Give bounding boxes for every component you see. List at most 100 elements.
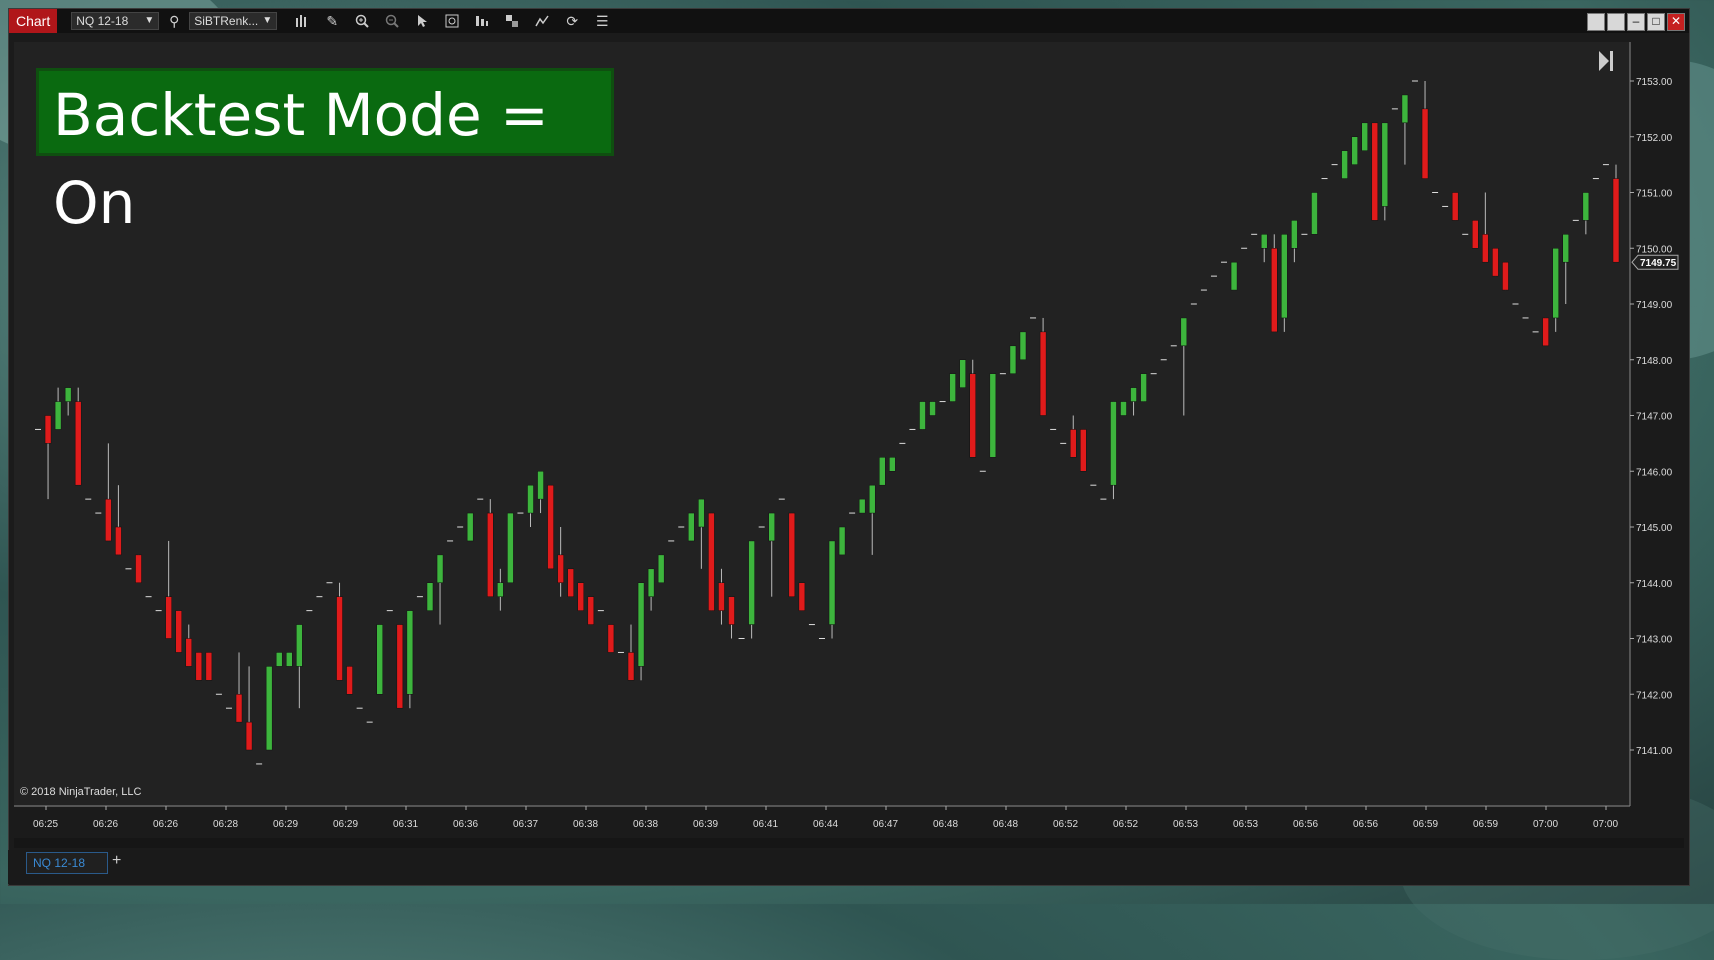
candle bbox=[929, 401, 936, 416]
candle-body-down bbox=[728, 596, 735, 625]
candle bbox=[889, 457, 896, 472]
candle bbox=[336, 582, 343, 681]
candle-body-up bbox=[1291, 220, 1298, 249]
price-tick-label: 7151.00 bbox=[1636, 189, 1673, 200]
time-tick-label: 06:41 bbox=[753, 819, 778, 830]
candle-body-up bbox=[265, 666, 273, 751]
candle-body-up bbox=[949, 373, 956, 402]
candle-body-down bbox=[1451, 192, 1459, 221]
time-tick-label: 06:29 bbox=[333, 819, 358, 830]
candle bbox=[919, 401, 926, 430]
candle-body-down bbox=[577, 582, 585, 611]
candle bbox=[1612, 164, 1620, 263]
candle bbox=[828, 540, 836, 639]
candle-body-down bbox=[205, 652, 213, 681]
candle bbox=[1230, 261, 1238, 291]
time-tick-label: 06:53 bbox=[1173, 819, 1198, 830]
candle-body-down bbox=[567, 568, 574, 597]
candle-body-up bbox=[497, 582, 504, 597]
candle-body-down bbox=[587, 596, 595, 625]
candle-body-up bbox=[1361, 122, 1368, 151]
candle-body-up bbox=[507, 512, 514, 583]
candle-body-up bbox=[748, 540, 755, 625]
candle-body-down bbox=[245, 721, 253, 751]
candle bbox=[708, 512, 715, 611]
price-tick-label: 7153.00 bbox=[1636, 77, 1673, 88]
candle-body-down bbox=[708, 512, 715, 611]
candle bbox=[879, 457, 886, 486]
candle bbox=[1381, 122, 1389, 221]
time-tick-label: 06:38 bbox=[633, 819, 658, 830]
candle bbox=[1341, 150, 1348, 179]
candle bbox=[1019, 331, 1027, 360]
candle-body-down bbox=[1421, 108, 1429, 179]
time-tick-label: 06:52 bbox=[1053, 819, 1078, 830]
time-tick-label: 06:44 bbox=[813, 819, 838, 830]
price-tick-label: 7145.00 bbox=[1636, 523, 1673, 534]
candle-body-up bbox=[698, 498, 705, 528]
time-tick-label: 07:00 bbox=[1533, 819, 1558, 830]
candle bbox=[376, 624, 383, 695]
current-price-label: 7149.75 bbox=[1640, 258, 1677, 269]
candle-body-up bbox=[929, 401, 936, 416]
candle-body-down bbox=[175, 610, 182, 653]
candle-body-up bbox=[286, 652, 293, 667]
candle bbox=[657, 554, 665, 583]
candle-body-down bbox=[105, 498, 112, 542]
candle-body-up bbox=[275, 652, 283, 667]
candle-body-up bbox=[54, 401, 62, 430]
candle-body-down bbox=[1039, 331, 1047, 416]
time-tick-label: 06:48 bbox=[933, 819, 958, 830]
time-tick-label: 06:28 bbox=[213, 819, 238, 830]
candle bbox=[748, 540, 755, 639]
time-tick-label: 06:59 bbox=[1473, 819, 1498, 830]
candle bbox=[1361, 122, 1368, 151]
time-tick-label: 06:36 bbox=[453, 819, 478, 830]
candle-body-down bbox=[1612, 178, 1620, 263]
candle-body-down bbox=[607, 624, 615, 653]
candle-body-up bbox=[1351, 136, 1358, 165]
time-tick-label: 06:59 bbox=[1413, 819, 1438, 830]
candle-body-down bbox=[346, 666, 353, 695]
candle-body-up bbox=[1260, 234, 1268, 249]
candle-body-down bbox=[1472, 220, 1479, 249]
price-tick-label: 7143.00 bbox=[1636, 635, 1673, 646]
candle bbox=[195, 652, 203, 681]
candle-body-down bbox=[788, 512, 796, 597]
candle bbox=[466, 512, 474, 542]
candle-body-up bbox=[1110, 401, 1117, 486]
candle-body-up bbox=[868, 484, 876, 514]
price-tick-label: 7147.00 bbox=[1636, 412, 1673, 423]
time-tick-label: 06:52 bbox=[1113, 819, 1138, 830]
candle-body-up bbox=[1230, 261, 1238, 291]
candle-body-up bbox=[1281, 234, 1288, 319]
candle-body-up bbox=[1552, 248, 1559, 319]
candle-body-up bbox=[919, 401, 926, 430]
candle-body-down bbox=[1482, 234, 1489, 263]
candle bbox=[1371, 122, 1379, 221]
candle bbox=[1110, 401, 1117, 500]
tab-instrument[interactable]: NQ 12-18 bbox=[26, 852, 108, 874]
horizontal-scrollbar[interactable] bbox=[14, 838, 1684, 848]
price-tick-label: 7141.00 bbox=[1636, 746, 1673, 757]
candle-body-down bbox=[165, 596, 172, 639]
candle-body-up bbox=[1311, 192, 1318, 235]
candle bbox=[205, 652, 213, 681]
candle-body-up bbox=[466, 512, 474, 542]
add-tab-button[interactable]: + bbox=[112, 852, 121, 870]
candle-body-up bbox=[858, 498, 866, 514]
candle bbox=[1140, 373, 1147, 402]
candle-body-down bbox=[396, 624, 404, 709]
scroll-to-end-icon[interactable] bbox=[1597, 48, 1619, 78]
candle bbox=[949, 373, 956, 402]
candle bbox=[858, 498, 866, 514]
candle-body-down bbox=[1371, 122, 1379, 221]
candle bbox=[969, 359, 976, 458]
candle bbox=[989, 373, 997, 458]
candle bbox=[286, 652, 293, 667]
candle-body-up bbox=[426, 582, 434, 611]
time-tick-label: 06:53 bbox=[1233, 819, 1258, 830]
candle-body-up bbox=[537, 471, 544, 500]
time-tick-label: 07:00 bbox=[1593, 819, 1618, 830]
candle bbox=[135, 554, 142, 583]
